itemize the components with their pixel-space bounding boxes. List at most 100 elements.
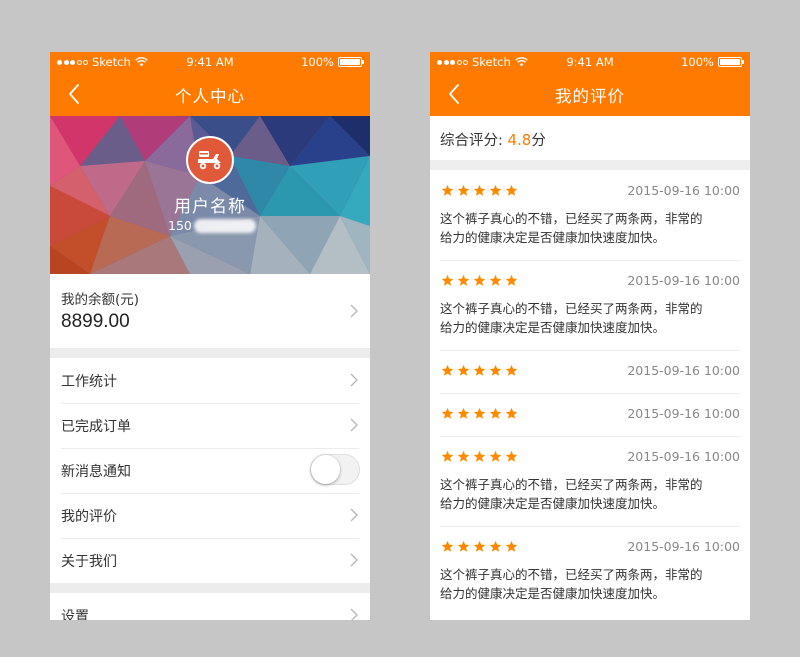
menu-item-label: 设置 bbox=[61, 609, 89, 620]
review-text: 这个裤子真心的不错，已经买了两条两，非常的 给力的健康决定是否健康加快速度加快。 bbox=[440, 565, 740, 603]
review-text-line: 这个裤子真心的不错，已经买了两条两，非常的 bbox=[440, 301, 703, 316]
star-icon bbox=[457, 540, 470, 552]
chevron-right-icon bbox=[350, 373, 358, 387]
status-bar: Sketch 9:41 AM 100% bbox=[430, 52, 750, 72]
star-icon bbox=[441, 450, 454, 462]
review-item: 2015-09-16 10:00 bbox=[430, 350, 750, 393]
chevron-right-icon bbox=[350, 304, 358, 318]
phone-redacted bbox=[193, 218, 256, 233]
star-icon bbox=[505, 540, 518, 552]
review-date: 2015-09-16 10:00 bbox=[627, 363, 740, 378]
star-icon bbox=[489, 450, 502, 462]
star-icon bbox=[505, 407, 518, 419]
star-icon bbox=[457, 407, 470, 419]
phone-number: 150 bbox=[168, 218, 256, 233]
review-text-line: 这个裤子真心的不错，已经买了两条两，非常的 bbox=[440, 567, 703, 582]
review-text: 这个裤子真心的不错，已经买了两条两，非常的 给力的健康决定是否健康加快速度加快。 bbox=[440, 299, 740, 337]
star-icon bbox=[441, 364, 454, 376]
review-date: 2015-09-16 10:00 bbox=[627, 449, 740, 464]
star-rating bbox=[441, 364, 518, 377]
review-text-line: 这个裤子真心的不错，已经买了两条两，非常的 bbox=[440, 477, 703, 492]
chevron-right-icon bbox=[350, 418, 358, 432]
balance-row[interactable]: 我的余额(元) 8899.00 bbox=[50, 274, 370, 348]
menu-item-completed-orders[interactable]: 已完成订单 bbox=[50, 403, 370, 448]
header-bar: Sketch 9:41 AM 100% 我的评价 bbox=[430, 52, 750, 116]
balance-label: 我的余额(元) bbox=[61, 292, 140, 308]
star-icon bbox=[457, 450, 470, 462]
page-title: 个人中心 bbox=[175, 87, 245, 106]
star-icon bbox=[489, 407, 502, 419]
menu-item-settings[interactable]: 设置 bbox=[50, 593, 370, 620]
section-divider bbox=[50, 348, 370, 358]
star-icon bbox=[441, 407, 454, 419]
score-value: 4.8 bbox=[507, 131, 532, 149]
menu-item-work-stats[interactable]: 工作统计 bbox=[50, 358, 370, 403]
star-icon bbox=[505, 364, 518, 376]
balance-amount: 8899.00 bbox=[61, 311, 130, 332]
star-rating bbox=[441, 274, 518, 287]
menu-item-label: 我的评价 bbox=[61, 509, 117, 525]
review-text: 这个裤子真心的不错，已经买了两条两，非常的 给力的健康决定是否健康加快速度加快。 bbox=[440, 475, 740, 513]
review-text-line: 给力的健康决定是否健康加快速度加快。 bbox=[440, 496, 666, 511]
review-item: 2015-09-16 10:00 这个裤子真心的不错，已经买了两条两，非常的 给… bbox=[430, 170, 750, 260]
scooter-icon bbox=[198, 151, 221, 170]
star-rating bbox=[441, 184, 518, 197]
menu-item-label: 工作统计 bbox=[61, 374, 117, 390]
star-icon bbox=[473, 450, 486, 462]
battery-icon bbox=[718, 57, 744, 67]
menu-item-label: 新消息通知 bbox=[61, 464, 131, 480]
star-icon bbox=[457, 274, 470, 286]
review-text-line: 给力的健康决定是否健康加快速度加快。 bbox=[440, 230, 666, 245]
review-text: 这个裤子真心的不错，已经买了两条两，非常的 给力的健康决定是否健康加快速度加快。 bbox=[440, 209, 740, 247]
star-rating bbox=[441, 540, 518, 553]
avatar[interactable] bbox=[186, 136, 234, 184]
section-divider bbox=[50, 583, 370, 593]
battery-percent: 100% bbox=[681, 55, 714, 69]
star-icon bbox=[441, 274, 454, 286]
nav-bar: 我的评价 bbox=[430, 72, 750, 116]
toggle-knob bbox=[311, 455, 340, 484]
menu-item-about-us[interactable]: 关于我们 bbox=[50, 538, 370, 583]
star-icon bbox=[473, 184, 486, 196]
review-text-line: 这个裤子真心的不错，已经买了两条两，非常的 bbox=[440, 211, 703, 226]
star-icon bbox=[505, 274, 518, 286]
star-icon bbox=[473, 274, 486, 286]
review-date: 2015-09-16 10:00 bbox=[627, 183, 740, 198]
star-icon bbox=[457, 364, 470, 376]
star-icon bbox=[505, 450, 518, 462]
star-rating bbox=[441, 450, 518, 463]
star-icon bbox=[489, 274, 502, 286]
menu-item-my-reviews[interactable]: 我的评价 bbox=[50, 493, 370, 538]
menu-group-1: 工作统计 已完成订单 新消息通知 我的评价 关于我们 bbox=[50, 358, 370, 583]
battery-percent: 100% bbox=[301, 55, 334, 69]
menu-item-notifications: 新消息通知 bbox=[50, 448, 370, 493]
review-item: 2015-09-16 10:00 这个裤子真心的不错，已经买了两条两，非常的 给… bbox=[430, 526, 750, 616]
notification-toggle[interactable] bbox=[310, 454, 360, 485]
score-unit: 分 bbox=[531, 133, 546, 149]
star-icon bbox=[441, 184, 454, 196]
review-item: 2015-09-16 10:00 这个裤子真心的不错，已经买了两条两，非常的 给… bbox=[430, 436, 750, 526]
score-line: 综合评分: 4.8分 bbox=[440, 129, 546, 150]
star-icon bbox=[489, 364, 502, 376]
review-item: 2015-09-16 10:00 这个裤子真心的不错，已经买了两条两，非常的 给… bbox=[430, 260, 750, 350]
star-icon bbox=[457, 184, 470, 196]
star-rating bbox=[441, 407, 518, 420]
header-bar: Sketch 9:41 AM 100% 个人中心 bbox=[50, 52, 370, 116]
review-list: 2015-09-16 10:00 这个裤子真心的不错，已经买了两条两，非常的 给… bbox=[430, 160, 750, 616]
overall-score: 综合评分: 4.8分 bbox=[430, 116, 750, 160]
profile-header: 用户名称 150 bbox=[50, 116, 370, 274]
review-text-line: 给力的健康决定是否健康加快速度加快。 bbox=[440, 586, 666, 601]
star-icon bbox=[489, 184, 502, 196]
username: 用户名称 bbox=[174, 197, 246, 217]
menu-item-label: 关于我们 bbox=[61, 554, 117, 570]
chevron-right-icon bbox=[350, 508, 358, 522]
menu-item-label: 已完成订单 bbox=[61, 419, 131, 435]
review-item: 2015-09-16 10:00 bbox=[430, 393, 750, 436]
profile-screen: Sketch 9:41 AM 100% 个人中心 用户名称 150 我的余额(元… bbox=[50, 52, 370, 620]
star-icon bbox=[489, 540, 502, 552]
menu-group-2: 设置 bbox=[50, 593, 370, 620]
nav-bar: 个人中心 bbox=[50, 72, 370, 116]
page-title: 我的评价 bbox=[555, 87, 625, 106]
reviews-screen: Sketch 9:41 AM 100% 我的评价 综合评分: 4.8分 2015… bbox=[430, 52, 750, 620]
star-icon bbox=[473, 540, 486, 552]
